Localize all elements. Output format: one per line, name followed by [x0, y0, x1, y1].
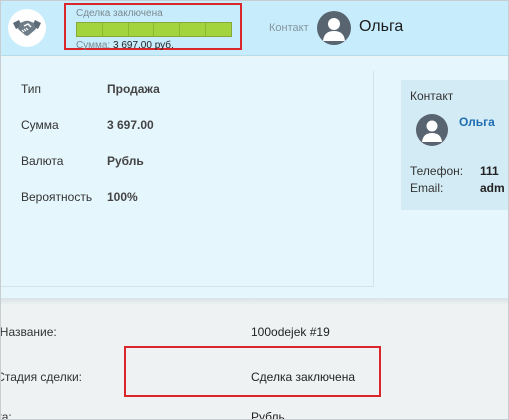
stage-label: Сделка заключена [76, 8, 163, 19]
detail-label: Валюта: [1, 410, 12, 420]
user-icon[interactable] [317, 11, 351, 45]
progress-segment [206, 23, 231, 36]
deal-header: Сделка заключена Сумма: 3 697.00 руб. Ко… [1, 1, 508, 56]
handshake-icon [8, 9, 46, 47]
header-sum: Сумма: 3 697.00 руб. [76, 40, 174, 51]
stage-highlight: Сделка заключена Сумма: 3 697.00 руб. [64, 3, 242, 51]
detail-value: Рубль [251, 410, 285, 420]
progress-segment [180, 23, 207, 36]
contact-email-label: Email: [410, 181, 444, 195]
header-contact-name[interactable]: Ольга [359, 18, 403, 36]
field-value: Рубль [107, 154, 144, 168]
progress-segment [128, 23, 155, 36]
detail-label: Название: [0, 325, 57, 339]
detail-row-name: Название: 100odejek #19 [1, 325, 330, 339]
header-sum-value: 3 697.00 руб. [112, 40, 174, 51]
detail-value: Сделка заключена [251, 370, 355, 384]
contact-phone-label: Телефон: [410, 164, 464, 178]
contact-card-name-link[interactable]: Ольга [459, 115, 495, 129]
detail-row-stage: Стадия сделки: Сделка заключена [1, 370, 355, 384]
user-icon[interactable] [416, 114, 448, 146]
field-value: 100% [107, 190, 138, 204]
deal-view: Сделка заключена Сумма: 3 697.00 руб. Ко… [0, 0, 509, 420]
field-value: Продажа [107, 82, 160, 96]
progress-segment [154, 23, 181, 36]
progress-segment [77, 23, 103, 36]
divider [373, 71, 374, 287]
detail-value: 100odejek #19 [251, 325, 330, 339]
header-sum-label: Сумма: [76, 40, 111, 51]
field-value: 3 697.00 [107, 118, 154, 132]
stage-progress-bar[interactable] [76, 22, 232, 37]
progress-segment [102, 23, 129, 36]
detail-row-currency: Валюта: Рубль [1, 410, 285, 420]
detail-label: Стадия сделки: [0, 370, 82, 384]
field-label: Сумма [21, 118, 59, 132]
deal-info-panel: Тип Продажа Сумма 3 697.00 Валюта Рубль … [1, 57, 508, 305]
contact-card-title: Контакт [410, 89, 454, 103]
divider [1, 286, 373, 287]
contact-phone-row: Телефон: 111 [410, 164, 499, 178]
contact-card: Контакт Ольга Телефон: 111 Email: adm [401, 80, 508, 210]
contact-email-value[interactable]: adm [480, 181, 505, 195]
field-label: Тип [21, 82, 42, 96]
field-label: Вероятность [21, 190, 93, 204]
field-label: Валюта [21, 154, 64, 168]
contact-phone-value: 111 [480, 164, 499, 178]
contact-email-row: Email: adm [410, 181, 505, 195]
header-contact-label: Контакт [269, 22, 309, 34]
